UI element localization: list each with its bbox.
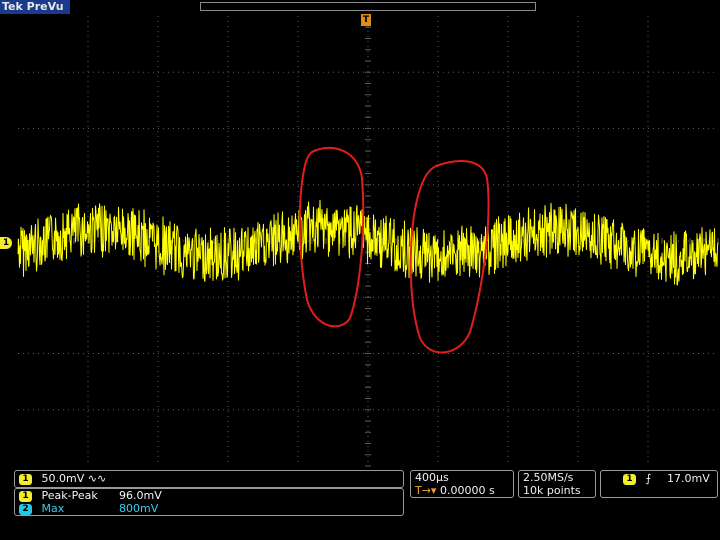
trigger-row: 1 ⨍ 17.0mV (623, 472, 710, 486)
record-length: 10k points (523, 484, 581, 497)
channel1-badge: 1 (19, 473, 32, 485)
measurement-2-value: 800mV (119, 502, 159, 515)
channel1-scale: 50.0mV (41, 472, 85, 485)
waveform-display (17, 15, 719, 467)
measurement-1-name: Peak-Peak (41, 489, 98, 502)
channel1-settings-panel[interactable]: 1 50.0mV ∿∿ (14, 470, 404, 488)
coupling-icon: ∿∿ (87, 472, 107, 485)
measurements-panel[interactable]: 1 Peak-Peak 96.0mV 2 Max 800mV (14, 488, 404, 516)
trigger-panel[interactable]: 1 ⨍ 17.0mV (600, 470, 718, 498)
timebase-scale: 400µs (415, 471, 449, 484)
delay-value: 0.00000 s (439, 484, 495, 497)
trigger-level: 17.0mV (667, 472, 710, 485)
channel1-trace (17, 199, 719, 286)
measurement-1-value: 96.0mV (119, 489, 162, 502)
delay-icon: T→▾ (415, 484, 437, 497)
measurement-row-1: 1 Peak-Peak 96.0mV (19, 489, 162, 503)
sample-rate: 2.50MS/s (523, 471, 574, 484)
channel1-ground-marker[interactable]: 1 (0, 237, 12, 249)
acquisition-panel[interactable]: 2.50MS/s 10k points (518, 470, 596, 498)
measurement-2-badge: 2 (19, 503, 32, 515)
measurement-1-badge: 1 (19, 490, 32, 502)
trigger-source-badge: 1 (623, 473, 636, 485)
rising-edge-icon: ⨍ (645, 472, 652, 485)
measurement-2-name: Max (41, 502, 65, 515)
timebase-panel[interactable]: 400µs T→▾ 0.00000 s (410, 470, 514, 498)
delay-row: T→▾ 0.00000 s (415, 484, 495, 498)
trigger-position-marker[interactable]: T (361, 14, 371, 26)
channel1-row: 1 50.0mV ∿∿ (19, 472, 106, 486)
measurement-row-2: 2 Max 800mV (19, 502, 158, 516)
